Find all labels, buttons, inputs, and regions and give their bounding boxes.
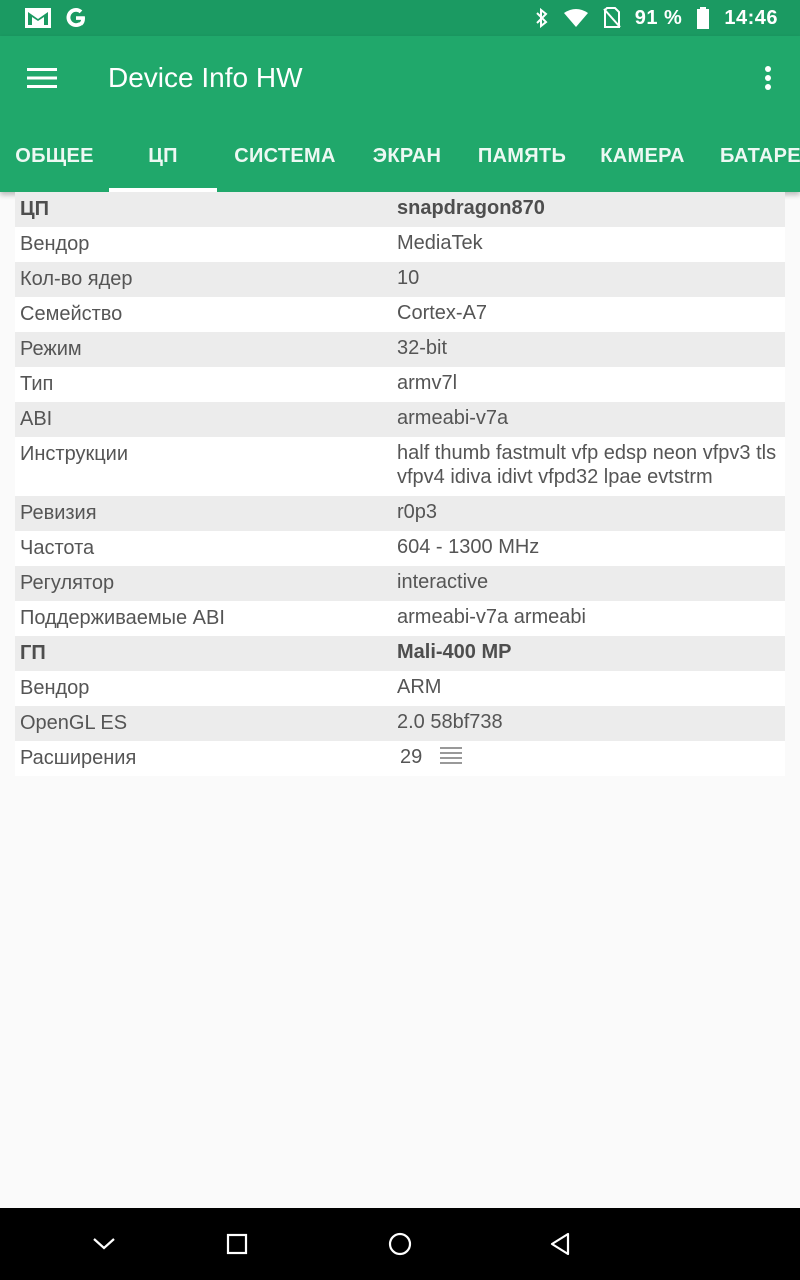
battery-percent: 91 % (634, 6, 683, 29)
row-value: armeabi-v7a armeabi (397, 606, 586, 628)
row-key: ABI (20, 408, 53, 430)
nav-down-icon (93, 1238, 115, 1250)
table-row: OpenGL ES 2.0 58bf738 (15, 706, 785, 741)
row-value: 29 (397, 745, 785, 772)
back-icon (550, 1232, 570, 1256)
row-key: ЦП (20, 198, 49, 220)
row-key: Регулятор (20, 572, 115, 594)
row-key: Кол-во ядер (20, 268, 133, 290)
row-value: 2.0 58bf738 (397, 711, 503, 733)
tab-battery[interactable]: БАТАРЕЯ (702, 120, 800, 192)
home-button[interactable] (380, 1224, 420, 1264)
row-key: Поддерживаемые ABI (20, 607, 225, 629)
table-row: Семейство Cortex-A7 (15, 297, 785, 332)
more-vert-icon (765, 66, 771, 90)
tab-system[interactable]: СИСТЕМА (217, 120, 353, 192)
tab-display[interactable]: ЭКРАН (353, 120, 461, 192)
row-value: ARM (397, 676, 442, 698)
row-key: Вендор (20, 677, 90, 699)
bluetooth-icon (535, 7, 549, 29)
row-value: r0p3 (397, 501, 438, 523)
wifi-icon (563, 8, 589, 28)
recents-icon (226, 1233, 248, 1255)
menu-button[interactable] (24, 58, 60, 98)
row-key: Ревизия (20, 502, 97, 524)
row-key: Расширения (20, 747, 137, 769)
table-row-gpu-header: ГП Mali-400 MP (15, 636, 785, 671)
row-value: half thumb fastmult vfp edsp neon vfpv3 … (397, 442, 777, 488)
row-key: Вендор (20, 233, 90, 255)
toolbar: Device Info HW (0, 36, 800, 120)
navigation-bar (0, 1208, 800, 1280)
row-value: snapdragon870 (397, 197, 545, 219)
table-row: Частота 604 - 1300 MHz (15, 531, 785, 566)
row-key: Семейство (20, 303, 123, 325)
table-row: Тип armv7l (15, 367, 785, 402)
row-value: armv7l (397, 372, 458, 394)
back-button[interactable] (540, 1224, 580, 1264)
table-row: Поддерживаемые ABI armeabi-v7a armeabi (15, 601, 785, 636)
google-icon (64, 6, 88, 30)
app-bar: Device Info HW ОБЩЕЕ ЦП СИСТЕМА ЭКРАН ПА… (0, 36, 800, 192)
tab-cpu[interactable]: ЦП (109, 120, 217, 192)
list-icon[interactable] (439, 746, 462, 770)
no-sim-icon (603, 7, 621, 29)
row-key: Частота (20, 537, 95, 559)
nav-down-button[interactable] (84, 1224, 124, 1264)
app-title: Device Info HW (108, 62, 303, 93)
table-row: Вендор MediaTek (15, 227, 785, 262)
row-value: Mali-400 MP (397, 641, 512, 663)
tab-bar: ОБЩЕЕ ЦП СИСТЕМА ЭКРАН ПАМЯТЬ КАМЕРА БАТ… (0, 120, 800, 192)
table-row: ABI armeabi-v7a (15, 402, 785, 437)
row-key: Тип (20, 373, 54, 395)
clock: 14:46 (724, 6, 778, 29)
cpu-info-table: ЦП snapdragon870 Вендор MediaTek Кол-во … (15, 192, 785, 776)
table-row: Кол-во ядер 10 (15, 262, 785, 297)
tab-camera[interactable]: КАМЕРА (583, 120, 702, 192)
table-row: Режим 32-bit (15, 332, 785, 367)
row-key: Режим (20, 338, 82, 360)
row-key: ГП (20, 642, 46, 664)
home-icon (388, 1232, 412, 1256)
row-key: Инструкции (20, 443, 129, 465)
menu-icon (27, 68, 57, 88)
tab-memory[interactable]: ПАМЯТЬ (461, 120, 583, 192)
table-row-cpu-header: ЦП snapdragon870 (15, 192, 785, 227)
status-bar: 91 % 14:46 (0, 0, 800, 36)
table-row: Вендор ARM (15, 671, 785, 706)
table-row: Инструкции half thumb fastmult vfp edsp … (15, 437, 785, 496)
tab-general[interactable]: ОБЩЕЕ (0, 120, 109, 192)
row-value: MediaTek (397, 232, 483, 254)
row-value: 10 (397, 267, 420, 289)
row-value: interactive (397, 571, 489, 593)
battery-icon (696, 7, 710, 29)
extensions-count: 29 (400, 746, 423, 768)
more-options-button[interactable] (756, 58, 780, 98)
table-row: Ревизия r0p3 (15, 496, 785, 531)
table-row: Регулятор interactive (15, 566, 785, 601)
row-value: Cortex-A7 (397, 302, 488, 324)
gmail-icon (24, 7, 52, 29)
row-value: armeabi-v7a (397, 407, 509, 429)
recents-button[interactable] (217, 1224, 257, 1264)
row-key: OpenGL ES (20, 712, 128, 734)
table-row-extensions[interactable]: Расширения 29 (15, 741, 785, 776)
row-value: 32-bit (397, 337, 448, 359)
row-value: 604 - 1300 MHz (397, 536, 540, 558)
